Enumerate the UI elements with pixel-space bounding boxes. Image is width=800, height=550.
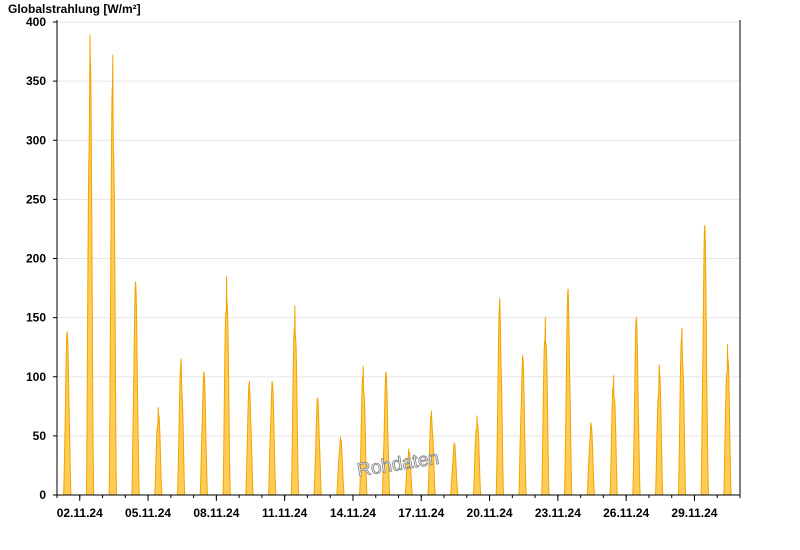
- radiation-area-19.11.24: [472, 415, 482, 496]
- x-tick-label-14.11.24: 14.11.24: [330, 506, 376, 520]
- x-tick-label-17.11.24: 17.11.24: [398, 506, 444, 520]
- chart-title: Globalstrahlung [W/m²]: [8, 2, 141, 16]
- radiation-area-29.11.24: [700, 224, 709, 496]
- y-tick-label-250: 250: [26, 192, 46, 206]
- radiation-area-06.11.24: [176, 358, 186, 496]
- radiation-area-28.11.24: [677, 327, 687, 496]
- daily-radiation-areas: [63, 34, 732, 496]
- radiation-area-20.11.24: [495, 298, 504, 496]
- radiation-area-09.11.24: [245, 381, 254, 496]
- radiation-area-12.11.24: [313, 397, 322, 496]
- radiation-area-30.11.24: [723, 344, 732, 496]
- y-tick-label-200: 200: [26, 252, 46, 266]
- x-tick-label-29.11.24: 29.11.24: [671, 506, 717, 520]
- radiation-area-26.11.24: [632, 317, 641, 496]
- x-tick-label-05.11.24: 05.11.24: [125, 506, 171, 520]
- y-tick-label-50: 50: [33, 429, 47, 443]
- y-tick-label-350: 350: [26, 74, 46, 88]
- x-tick-label-02.11.24: 02.11.24: [57, 506, 103, 520]
- y-tick-label-400: 400: [26, 15, 46, 29]
- radiation-area-02.11.24: [85, 34, 95, 496]
- radiation-area-07.11.24: [199, 371, 208, 496]
- radiation-area-24.11.24: [586, 422, 595, 496]
- y-axis-ticks: 0 50 100 150 200 250 300 350 400: [26, 15, 57, 502]
- radiation-area-11.11.24: [290, 305, 300, 496]
- radiation-area-22.11.24: [541, 317, 550, 496]
- radiation-area-04.11.24: [131, 281, 140, 496]
- radiation-area-18.11.24: [450, 442, 459, 496]
- radiation-area-03.11.24: [108, 54, 117, 496]
- x-tick-label-11.11.24: 11.11.24: [262, 506, 308, 520]
- x-tick-label-26.11.24: 26.11.24: [603, 506, 649, 520]
- radiation-area-10.11.24: [268, 381, 277, 496]
- x-tick-label-20.11.24: 20.11.24: [467, 506, 513, 520]
- radiation-area-25.11.24: [609, 375, 618, 496]
- x-axis-ticks: 02.11.24 05.11.24 08.11.24 11.11.24 14.11.24…: [56, 495, 741, 520]
- y-tick-label-100: 100: [26, 370, 46, 384]
- globalstrahlung-chart: Globalstrahlung [W/m²] 0 50 100 150 200 250 30…: [8, 2, 741, 520]
- radiation-area-08.11.24: [222, 275, 231, 496]
- x-tick-label-23.11.24: 23.11.24: [535, 506, 581, 520]
- radiation-area-01.11.24: [63, 331, 72, 496]
- radiation-area-13.11.24: [336, 436, 345, 496]
- x-tick-label-08.11.24: 08.11.24: [193, 506, 239, 520]
- y-tick-label-300: 300: [26, 133, 46, 147]
- y-tick-label-150: 150: [26, 311, 46, 325]
- radiation-area-05.11.24: [154, 407, 163, 496]
- radiation-area-23.11.24: [564, 288, 573, 496]
- watermark-label: Rohdaten: [356, 448, 441, 482]
- y-tick-label-0: 0: [39, 488, 46, 502]
- radiation-area-27.11.24: [655, 364, 664, 496]
